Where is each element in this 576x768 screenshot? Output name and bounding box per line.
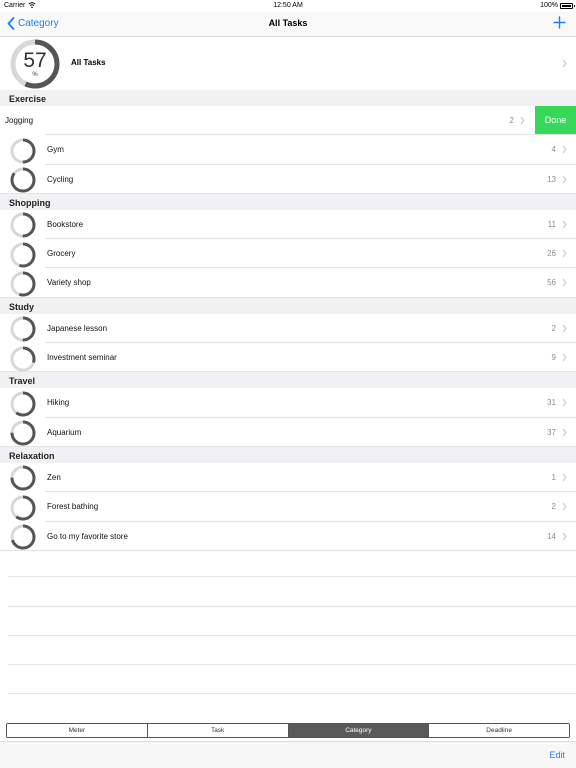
chevron-right-icon (562, 502, 567, 511)
category-name: Investment seminar (47, 353, 117, 363)
section-header: Study (0, 297, 576, 314)
category-name: Gym (47, 145, 64, 155)
battery-icon (560, 3, 575, 9)
task-count: 14 (547, 531, 556, 541)
progress-ring (10, 346, 36, 372)
status-bar: Carrier 12:50 AM 100% (0, 0, 576, 12)
chevron-right-icon (562, 428, 567, 436)
chevron-right-icon (562, 399, 567, 407)
chevron-right-icon (562, 220, 567, 229)
category-row[interactable]: Jogging 2 Done (0, 106, 576, 136)
chevron-left-icon (7, 17, 15, 30)
category-name: Grocery (47, 249, 76, 259)
chevron-right-icon (562, 249, 567, 258)
task-count: 1 (551, 472, 556, 482)
category-name: Japanese lesson (47, 323, 108, 333)
category-row[interactable]: Gym 4 (0, 135, 576, 165)
task-count: 2 (509, 116, 514, 125)
progress-ring (10, 242, 36, 268)
category-row[interactable]: Zen 1 (0, 462, 576, 493)
task-count: 26 (547, 249, 556, 259)
category-row[interactable]: Hiking 31 (0, 388, 576, 418)
task-count: 9 (551, 353, 556, 363)
category-row[interactable]: Grocery 26 (0, 239, 576, 269)
empty-row (8, 665, 576, 695)
category-name: Jogging (5, 116, 34, 125)
segment-meter[interactable]: Meter (7, 724, 148, 737)
bottom-toolbar: Edit (0, 741, 576, 768)
navigation-bar: Category All Tasks (0, 12, 576, 37)
segment-deadline[interactable]: Deadline (429, 724, 569, 737)
all-tasks-row[interactable]: 57 % All Tasks (0, 37, 576, 90)
chevron-right-icon (562, 279, 567, 287)
chevron-right-icon (562, 532, 567, 540)
category-list: Exercise Jogging 2 Done Gym 4 Cycling 13 Shoppin… (0, 90, 576, 552)
task-count: 2 (551, 323, 556, 333)
plus-icon[interactable] (553, 16, 566, 29)
task-count: 2 (551, 502, 556, 512)
progress-ring (10, 420, 36, 446)
empty-row (8, 577, 576, 607)
segment-task[interactable]: Task (147, 724, 289, 737)
progress-ring (10, 495, 36, 521)
task-count: 31 (547, 398, 556, 408)
section-header: Relaxation (0, 446, 576, 463)
category-row[interactable]: Aquarium 37 (0, 417, 576, 448)
all-tasks-label: All Tasks (71, 58, 106, 67)
task-count: 56 (547, 278, 556, 288)
category-name: Forest bathing (47, 502, 99, 512)
progress-ring (10, 316, 36, 342)
empty-row (8, 548, 576, 578)
category-row[interactable]: Go to my favorite store 14 (0, 521, 576, 552)
done-button[interactable]: Done (535, 106, 576, 136)
category-name: Hiking (47, 398, 70, 408)
segment-category[interactable]: Category (288, 724, 430, 737)
category-name: Variety shop (47, 278, 91, 288)
section-header: Exercise (0, 90, 576, 106)
chevron-right-icon (562, 324, 567, 333)
category-name: Go to my favorite store (47, 531, 128, 541)
section-header: Shopping (0, 193, 576, 210)
category-row[interactable]: Variety shop 56 (0, 268, 576, 299)
summary-percent: 57 (23, 49, 47, 72)
category-name: Aquarium (47, 427, 82, 437)
view-mode-segmented-control: Meter Task Category Deadline (6, 723, 570, 738)
progress-ring (10, 465, 36, 491)
chevron-right-icon (562, 175, 567, 183)
progress-ring (10, 391, 36, 417)
progress-ring (10, 271, 36, 297)
category-row[interactable]: Bookstore 11 (0, 209, 576, 240)
category-row[interactable]: Forest bathing 2 (0, 492, 576, 522)
category-name: Bookstore (47, 219, 84, 229)
chevron-right-icon (520, 116, 525, 125)
task-count: 13 (547, 174, 556, 184)
back-button[interactable]: Category (7, 17, 59, 30)
empty-row (8, 607, 576, 636)
chevron-right-icon (562, 473, 567, 482)
battery-percent: 100% (540, 2, 558, 9)
chevron-right-icon (562, 353, 567, 362)
category-row[interactable]: Japanese lesson 2 (0, 313, 576, 344)
status-time: 12:50 AM (273, 2, 303, 9)
page-title: All Tasks (268, 18, 308, 28)
task-count: 4 (551, 145, 556, 155)
section-header: Travel (0, 372, 576, 389)
progress-ring (10, 167, 36, 193)
empty-rows (8, 548, 576, 695)
progress-ring (10, 524, 36, 550)
category-row[interactable]: Cycling 13 (0, 164, 576, 195)
category-name: Zen (47, 472, 61, 482)
empty-row (8, 636, 576, 666)
progress-ring (10, 212, 36, 238)
chevron-right-icon (562, 59, 567, 68)
edit-button[interactable]: Edit (549, 750, 565, 760)
back-button-label: Category (18, 18, 59, 29)
category-row[interactable]: Investment seminar 9 (0, 343, 576, 373)
task-count: 37 (547, 427, 556, 437)
chevron-right-icon (562, 145, 567, 154)
category-name: Cycling (47, 174, 74, 184)
summary-percent-sign: % (32, 72, 38, 78)
progress-ring (10, 138, 36, 164)
task-count: 11 (547, 219, 556, 229)
